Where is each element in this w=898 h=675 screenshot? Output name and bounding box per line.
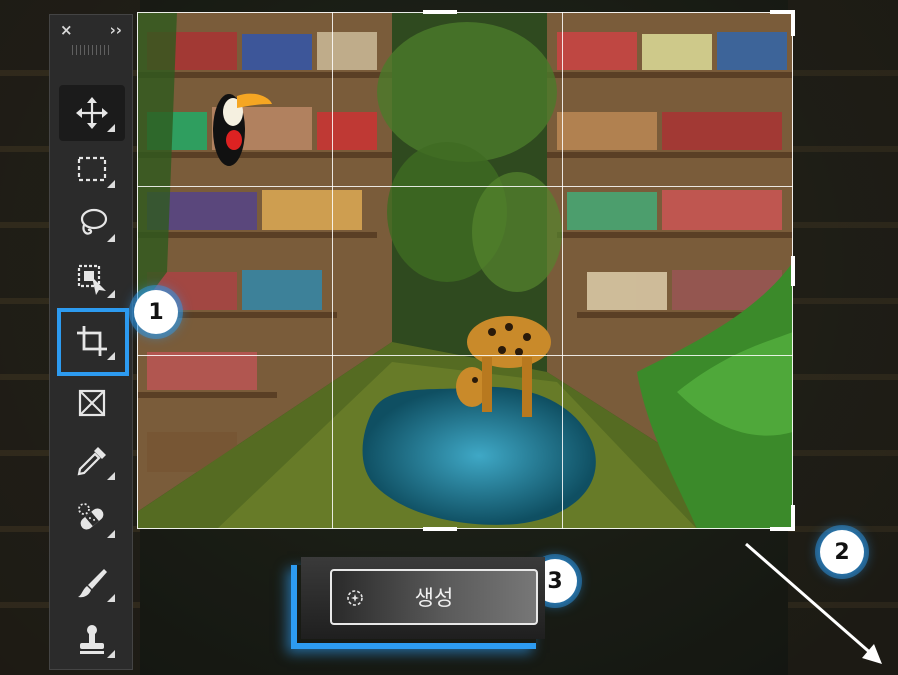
rectangular-marquee-icon (77, 156, 107, 182)
collapse-panel-icon[interactable]: ›› (110, 21, 122, 39)
move-tool[interactable] (59, 85, 125, 141)
eyedropper-icon (77, 447, 106, 476)
tool-group-indicator (107, 650, 115, 658)
frame-tool[interactable] (59, 375, 125, 431)
tool-group-indicator (107, 472, 115, 480)
contextual-task-bar: 생성 (291, 557, 545, 649)
tool-group-indicator (107, 290, 115, 298)
tool-group-indicator (107, 124, 115, 132)
object-selection-tool[interactable] (59, 251, 125, 307)
clone-stamp-tool[interactable] (59, 611, 125, 667)
object-selection-icon (77, 264, 106, 295)
frame-icon (78, 389, 106, 417)
lasso-icon (80, 208, 108, 235)
tool-group-indicator (107, 530, 115, 538)
crop-handle-top[interactable] (423, 10, 457, 14)
callout-1: 1 (134, 290, 178, 334)
generate-button-label: 생성 (414, 586, 454, 610)
tools-panel-header: × ›› (50, 15, 132, 45)
marquee-tool[interactable] (59, 141, 125, 197)
crop-handle-top-right-h[interactable] (770, 10, 795, 14)
panel-grip[interactable] (72, 45, 110, 55)
tool-group-indicator (107, 594, 115, 602)
tool-group-indicator (107, 180, 115, 188)
clone-stamp-icon (80, 625, 104, 654)
crop-handle-right[interactable] (791, 256, 795, 286)
lasso-tool[interactable] (59, 195, 125, 251)
eyedropper-tool[interactable] (59, 433, 125, 489)
drag-direction-arrow-icon (745, 542, 882, 664)
crop-box-border[interactable] (137, 12, 793, 529)
tool-group-indicator (107, 234, 115, 242)
brush-tool[interactable] (59, 555, 125, 611)
crop-tool-highlight (57, 308, 129, 376)
crop-handle-bottom[interactable] (423, 527, 457, 531)
spot-healing-bandage-icon (78, 503, 104, 530)
brush-icon (78, 569, 107, 598)
generate-button[interactable]: 생성 (330, 569, 538, 625)
close-icon[interactable]: × (60, 21, 73, 39)
contextual-bar-panel: 생성 (301, 557, 545, 639)
move-icon (76, 97, 108, 129)
crop-handle-bottom-right-h[interactable] (770, 527, 795, 531)
spot-healing-tool[interactable] (59, 491, 125, 547)
